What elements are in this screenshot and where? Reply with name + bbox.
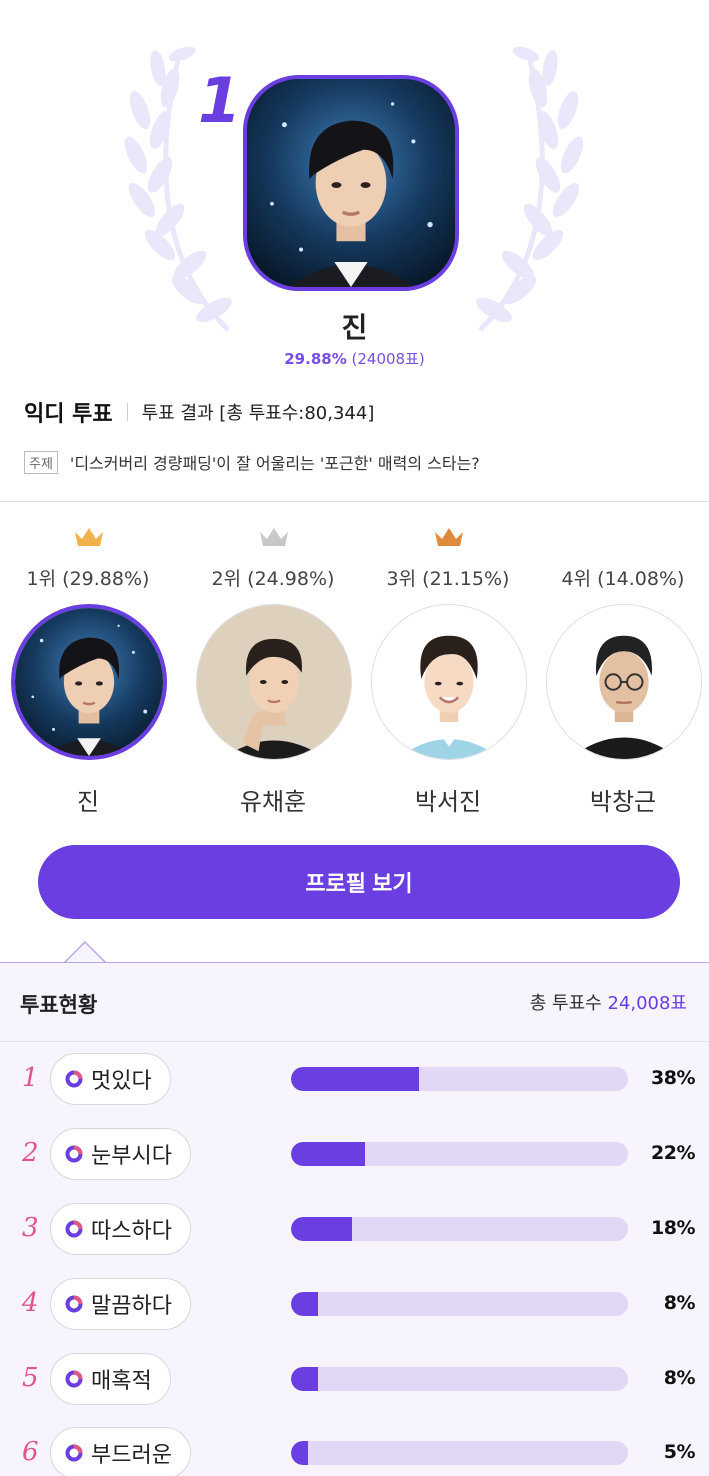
vote-option-chip[interactable]: 매혹적 [50, 1353, 171, 1405]
vote-status-panel: 투표현황 총 투표수 24,008표 1 멋있다 38% 2 눈부시다 22% … [0, 962, 709, 1476]
vote-rank-index: 2 [22, 1138, 39, 1168]
vote-rank-index: 5 [22, 1363, 39, 1393]
rank-label: 4위 (14.08%) [561, 568, 685, 590]
rank-card-2[interactable]: 2위 (24.98%) 유채훈 [188, 520, 358, 820]
poll-result-label: 투표 결과 [총 투표수:80,344] [141, 403, 375, 424]
ring-icon [65, 1220, 83, 1238]
vote-option-label: 멋있다 [91, 1069, 152, 1094]
vote-option-label: 눈부시다 [91, 1144, 172, 1169]
vote-option-label: 부드러운 [91, 1443, 172, 1468]
vote-percent: 22% [651, 1142, 695, 1164]
vote-bar-fill [291, 1067, 420, 1091]
status-total-label: 총 투표수 [529, 993, 602, 1014]
vote-option-chip[interactable]: 멋있다 [50, 1053, 171, 1105]
vote-rank-index: 4 [22, 1288, 39, 1318]
rank-label: 3위 (21.15%) [386, 568, 510, 590]
vote-percent: 5% [663, 1441, 696, 1463]
vote-bar-fill [291, 1142, 366, 1166]
rank-name: 유채훈 [239, 788, 307, 816]
vote-option-row[interactable]: 3 따스하다 18% [0, 1203, 709, 1259]
status-total: 총 투표수 24,008표 [530, 989, 687, 1015]
laurel-right-icon [476, 46, 584, 332]
status-title: 투표현황 [20, 993, 98, 1017]
ring-icon [65, 1145, 83, 1163]
vote-option-row[interactable]: 6 부드러운 5% [0, 1427, 709, 1476]
vote-bar-track [291, 1142, 628, 1166]
winner-votes: (24008표) [351, 350, 425, 368]
vote-option-row[interactable]: 1 멋있다 38% [0, 1053, 709, 1109]
ring-icon [65, 1070, 83, 1088]
winner-photo[interactable] [243, 75, 459, 291]
topic-tag: 주제 [24, 450, 58, 474]
silver-crown-icon [260, 528, 288, 546]
panel-pointer [64, 940, 106, 964]
vote-percent: 38% [651, 1067, 695, 1089]
vote-rank-index: 3 [22, 1213, 39, 1243]
vote-option-row[interactable]: 4 말끔하다 8% [0, 1278, 709, 1334]
vote-bar-track [291, 1292, 628, 1316]
title-divider [126, 403, 128, 421]
poll-brand: 익디 투표 [24, 402, 113, 427]
vote-option-label: 매혹적 [91, 1369, 152, 1394]
vote-option-chip[interactable]: 부드러운 [50, 1427, 191, 1476]
topic-text: '디스커버리 경량패딩'이 잘 어울리는 '포근한' 매력의 스타는? [69, 454, 480, 473]
rank-label: 1위 (29.88%) [26, 568, 150, 590]
vote-bar-track [291, 1441, 628, 1465]
vote-bar-track [291, 1067, 628, 1091]
vote-option-label: 따스하다 [91, 1219, 172, 1244]
status-total-value: 24,008표 [607, 993, 687, 1014]
vote-bar-track [291, 1217, 628, 1241]
poll-title-row: 익디 투표 투표 결과 [총 투표수:80,344] [24, 396, 374, 428]
vote-bar-fill [291, 1292, 318, 1316]
winner-hero: 1 진 29.88% (24008표) [0, 0, 709, 380]
vote-rank-index: 1 [22, 1063, 39, 1093]
section-divider [0, 501, 709, 502]
ring-icon [65, 1370, 83, 1388]
rank-label: 2위 (24.98%) [211, 568, 335, 590]
rank-photo[interactable] [546, 604, 702, 760]
vote-percent: 8% [663, 1367, 696, 1389]
vote-option-row[interactable]: 2 눈부시다 22% [0, 1128, 709, 1184]
rank-card-4[interactable]: 4위 (14.08%) 박창근 [538, 520, 708, 820]
winner-name: 진 [341, 311, 368, 344]
winner-stat: 29.88% (24008표) [0, 348, 709, 369]
rank-photo-active[interactable] [11, 604, 167, 760]
winner-rank-number: 1 [198, 64, 242, 137]
vote-option-chip[interactable]: 눈부시다 [50, 1128, 191, 1180]
gold-crown-icon [75, 528, 103, 546]
rank-photo[interactable] [371, 604, 527, 760]
rank-name: 진 [76, 788, 100, 816]
vote-percent: 8% [663, 1292, 696, 1314]
vote-option-chip[interactable]: 말끔하다 [50, 1278, 191, 1330]
rank-name: 박서진 [414, 788, 482, 816]
profile-view-button[interactable]: 프로필 보기 [38, 845, 680, 919]
rank-photo[interactable] [196, 604, 352, 760]
vote-rank-index: 6 [22, 1437, 39, 1467]
bronze-crown-icon [435, 528, 463, 546]
vote-percent: 18% [651, 1217, 695, 1239]
vote-option-chip[interactable]: 따스하다 [50, 1203, 191, 1255]
poll-topic-row: 주제 '디스커버리 경량패딩'이 잘 어울리는 '포근한' 매력의 스타는? [24, 450, 480, 474]
status-divider [0, 1041, 709, 1042]
ring-icon [65, 1444, 83, 1462]
vote-option-label: 말끔하다 [91, 1294, 172, 1319]
vote-bar-fill [291, 1217, 352, 1241]
vote-option-row[interactable]: 5 매혹적 8% [0, 1353, 709, 1409]
vote-bar-track [291, 1367, 628, 1391]
winner-percent: 29.88% [284, 350, 347, 368]
rank-card-3[interactable]: 3위 (21.15%) 박서진 [363, 520, 533, 820]
vote-bar-fill [291, 1441, 308, 1465]
rank-card-1[interactable]: 1위 (29.88%) 진 [3, 520, 173, 820]
ring-icon [65, 1295, 83, 1313]
rank-name: 박창근 [589, 788, 657, 816]
vote-bar-fill [291, 1367, 318, 1391]
